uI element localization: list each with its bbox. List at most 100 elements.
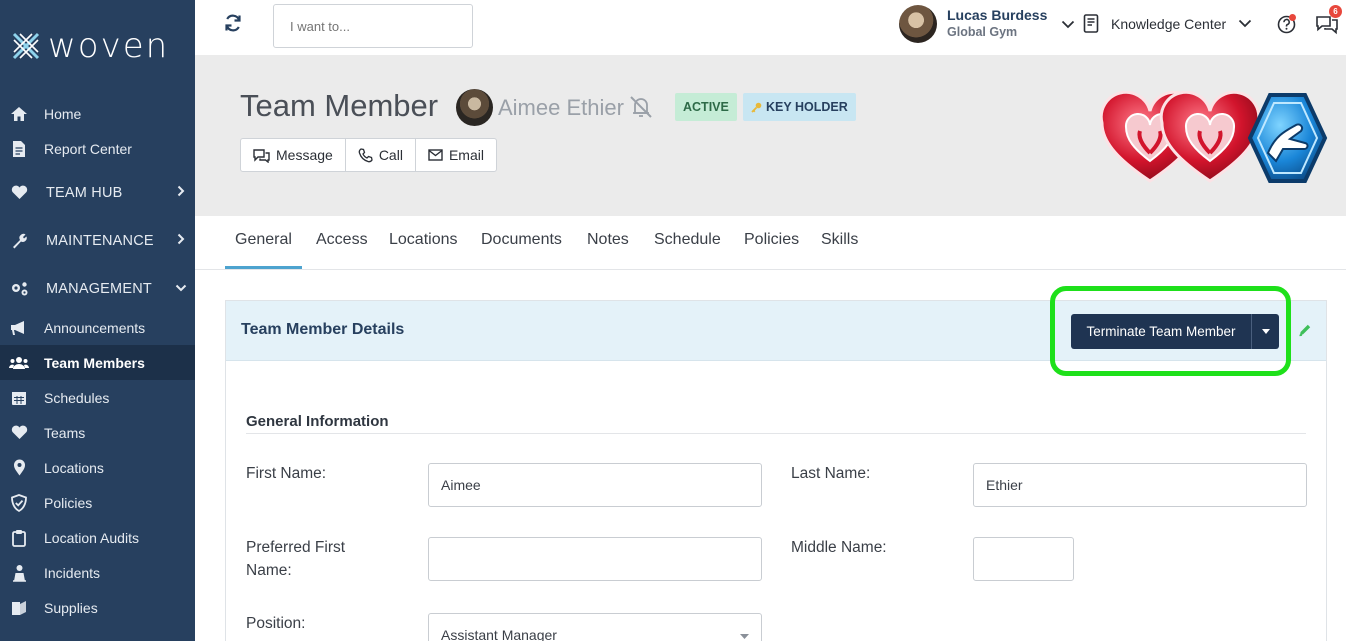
middle-name-field[interactable] (973, 537, 1074, 581)
user-name: Lucas Burdess (947, 7, 1048, 23)
sidebar-item-label: TEAM HUB (46, 184, 123, 201)
sidebar-item-team-members[interactable]: Team Members (0, 345, 195, 380)
envelope-icon (428, 149, 443, 161)
heart-icon (9, 183, 29, 203)
tab-notes[interactable]: Notes (587, 231, 629, 249)
sidebar-item-label: Report Center (44, 140, 132, 157)
position-select[interactable]: Assistant Manager (428, 613, 762, 641)
position-selected-value: Assistant Manager (441, 627, 557, 641)
search-input[interactable] (273, 4, 473, 48)
team-member-details-panel: Team Member Details Terminate Team Membe… (225, 286, 1327, 641)
status-badge: ACTIVE (675, 93, 737, 121)
message-button[interactable]: Message (241, 139, 346, 171)
general-information-heading: General Information (246, 413, 389, 430)
profile-tabs: General Access Locations Documents Notes… (195, 216, 1346, 270)
sidebar-item-label: MAINTENANCE (46, 232, 154, 249)
preferred-first-name-label: Preferred First Name: (246, 536, 345, 582)
tab-policies[interactable]: Policies (744, 231, 799, 249)
sidebar-item-maintenance[interactable]: MAINTENANCE (0, 223, 195, 258)
key-holder-badge: KEY HOLDER (743, 93, 856, 121)
sidebar-item-management[interactable]: MANAGEMENT (0, 271, 195, 306)
sidebar-item-label: Location Audits (44, 529, 139, 546)
message-label: Message (276, 147, 333, 163)
last-name-field[interactable]: Ethier (973, 463, 1307, 507)
member-avatar (456, 89, 493, 126)
sidebar-item-policies[interactable]: Policies (0, 485, 195, 520)
key-holder-label: KEY HOLDER (766, 100, 848, 114)
chevron-down-icon (1062, 20, 1075, 28)
member-name: Aimee Ethier (498, 95, 624, 120)
last-name-label: Last Name: (791, 465, 871, 482)
map-pin-icon (9, 458, 29, 478)
first-name-field[interactable]: Aimee (428, 463, 762, 507)
sidebar-item-location-audits[interactable]: Location Audits (0, 520, 195, 555)
chevron-down-icon (175, 284, 187, 292)
sidebar-item-team-hub[interactable]: TEAM HUB (0, 175, 195, 210)
sidebar-item-schedules[interactable]: Schedules (0, 380, 195, 415)
wrench-icon (9, 231, 29, 251)
tab-schedule[interactable]: Schedule (654, 231, 721, 249)
highlight-annotation (1050, 286, 1291, 376)
sidebar-item-supplies[interactable]: Supplies (0, 590, 195, 625)
top-bar: Lucas Burdess Global Gym Knowledge Cente… (195, 0, 1346, 55)
book-icon (1083, 14, 1099, 33)
sidebar-item-label: Teams (44, 424, 86, 441)
sidebar-item-incidents[interactable]: Incidents (0, 555, 195, 590)
user-menu[interactable]: Lucas Burdess Global Gym (899, 5, 1075, 43)
chat-icon (253, 148, 270, 163)
report-icon (9, 139, 29, 159)
tab-locations[interactable]: Locations (389, 231, 458, 249)
notification-count-badge: 6 (1329, 5, 1342, 18)
sidebar-item-locations[interactable]: Locations (0, 450, 195, 485)
shield-icon (9, 493, 29, 513)
supplies-icon (9, 598, 29, 618)
knowledge-center-label: Knowledge Center (1111, 15, 1227, 32)
clipboard-icon (9, 528, 29, 548)
question-circle-icon (1277, 14, 1296, 34)
sidebar-item-label: Team Members (44, 354, 145, 371)
caret-down-icon (740, 634, 749, 639)
woven-logo[interactable]: woven (10, 26, 169, 66)
tab-access[interactable]: Access (316, 231, 368, 249)
brand-name: woven (48, 26, 170, 66)
active-tab-indicator (225, 266, 302, 269)
sidebar-item-report-center[interactable]: Report Center (0, 131, 195, 166)
sidebar-item-label: Schedules (44, 389, 110, 406)
tab-skills[interactable]: Skills (821, 231, 858, 249)
call-button[interactable]: Call (346, 139, 416, 171)
notifications-off-icon[interactable] (628, 95, 654, 119)
page-title: Team Member (240, 88, 439, 123)
chevron-right-icon (177, 233, 185, 245)
phone-icon (358, 147, 373, 162)
sidebar-item-label: Incidents (44, 564, 101, 581)
panel-title: Team Member Details (241, 321, 405, 338)
middle-name-label: Middle Name: (791, 539, 887, 556)
sidebar-item-teams[interactable]: Teams (0, 415, 195, 450)
call-label: Call (378, 147, 403, 163)
sidebar-item-home[interactable]: Home (0, 96, 195, 131)
tab-general[interactable]: General (235, 231, 292, 249)
sidebar-item-label: Announcements (44, 319, 146, 336)
contact-actions: Message Call Email (240, 138, 497, 172)
preferred-label-line-1: Preferred First (246, 539, 346, 556)
tab-documents[interactable]: Documents (481, 231, 562, 249)
sidebar-item-label: MANAGEMENT (46, 280, 152, 297)
sidebar-item-label: Home (44, 105, 82, 122)
heart-icon (9, 423, 29, 443)
user-organization: Global Gym (947, 25, 1018, 39)
users-icon (9, 353, 29, 373)
email-button[interactable]: Email (416, 139, 496, 171)
preferred-first-name-field[interactable] (428, 537, 762, 581)
help-button[interactable] (1277, 14, 1297, 39)
chevron-down-icon (1239, 19, 1252, 28)
refresh-icon[interactable] (223, 13, 243, 33)
knowledge-center-menu[interactable]: Knowledge Center (1083, 14, 1252, 33)
sidebar: woven Home Report Center TEAM HUB MAINTE… (0, 0, 195, 641)
position-label: Position: (246, 615, 306, 632)
panel-header: Team Member Details Terminate Team Membe… (226, 286, 1326, 376)
edit-pencil-icon[interactable] (1298, 323, 1312, 337)
profile-header: Team Member Aimee Ethier ACTIVE KEY HOLD… (195, 55, 1346, 216)
woven-logo-icon (12, 32, 40, 60)
home-icon (9, 104, 29, 124)
sidebar-item-announcements[interactable]: Announcements (0, 310, 195, 345)
